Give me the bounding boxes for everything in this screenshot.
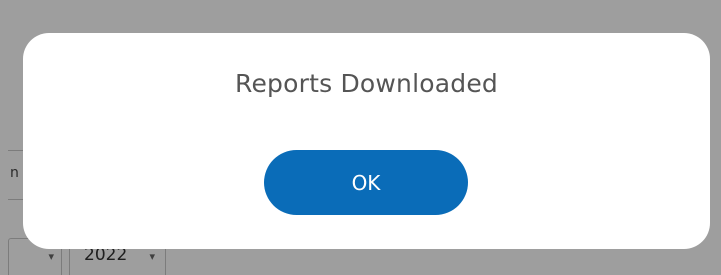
screen: n ▾ 2022 ▾ Reports Downloaded OK <box>0 0 721 275</box>
dialog-title: Reports Downloaded <box>235 69 498 98</box>
ok-button[interactable]: OK <box>264 150 468 215</box>
reports-dialog: Reports Downloaded OK <box>23 33 710 249</box>
